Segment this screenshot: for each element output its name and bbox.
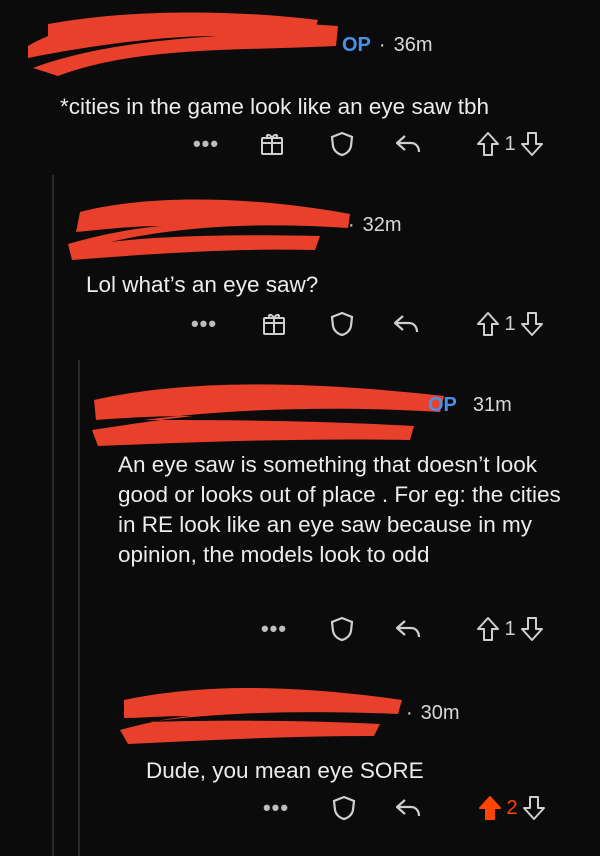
vote-count: 1: [504, 132, 516, 155]
vote-control: 1: [456, 609, 564, 649]
comment-actions: ••• 1: [0, 609, 600, 649]
vote-control: 1: [456, 304, 564, 344]
gift-icon: [261, 134, 283, 155]
comment-actions: ••• 2: [0, 788, 600, 828]
thread-line: [78, 360, 80, 856]
op-badge: OP: [342, 34, 371, 56]
comment-actions: ••• 1: [0, 304, 600, 344]
vote-control: 1: [456, 124, 564, 164]
vote-count: 2: [506, 796, 518, 819]
reply-button[interactable]: [386, 304, 426, 344]
reply-arrow-icon: [395, 620, 421, 638]
shield-icon: [330, 131, 354, 157]
thread-line: [52, 175, 54, 856]
reply-arrow-icon: [395, 799, 421, 817]
reply-button[interactable]: [388, 609, 428, 649]
downvote-arrow-icon[interactable]: [520, 616, 544, 642]
downvote-arrow-icon[interactable]: [522, 795, 546, 821]
save-button[interactable]: [322, 124, 362, 164]
comment-actions: ••• 1: [0, 124, 600, 164]
comment-timestamp: 32m: [362, 214, 402, 236]
comment-timestamp: 31m: [472, 394, 512, 416]
comment-body: *cities in the game look like an eye saw…: [60, 94, 489, 119]
vote-count: 1: [504, 617, 516, 640]
reply-arrow-icon: [395, 135, 421, 153]
comment-timestamp: 30m: [420, 702, 460, 724]
comment-meta: OP · 36m: [342, 34, 432, 57]
shield-icon: [330, 311, 354, 337]
comment-timestamp: 36m: [393, 34, 433, 56]
upvote-arrow-icon[interactable]: [476, 311, 500, 337]
username-redaction: [92, 384, 444, 446]
award-button[interactable]: [252, 124, 292, 164]
comment-meta: OP 31m: [428, 394, 512, 417]
award-button[interactable]: [254, 304, 294, 344]
meta-separator: ·: [348, 214, 355, 236]
vote-count: 1: [504, 312, 516, 335]
username-redaction: [28, 12, 338, 76]
gift-icon: [263, 314, 285, 335]
reply-button[interactable]: [388, 124, 428, 164]
username-redaction: [68, 199, 350, 260]
comment-meta: · 32m: [340, 214, 402, 237]
username-redaction: [120, 688, 402, 744]
more-options-button[interactable]: •••: [254, 609, 294, 649]
reply-button[interactable]: [388, 788, 428, 828]
comment-meta: · 30m: [398, 702, 460, 725]
more-options-button[interactable]: •••: [186, 124, 226, 164]
upvote-arrow-icon[interactable]: [476, 131, 500, 157]
meta-separator: ·: [406, 702, 413, 724]
reply-arrow-icon: [393, 315, 419, 333]
op-badge: OP: [428, 394, 457, 416]
save-button[interactable]: [322, 609, 362, 649]
downvote-arrow-icon[interactable]: [520, 131, 544, 157]
more-options-button[interactable]: •••: [184, 304, 224, 344]
comment-body: Dude, you mean eye SORE: [146, 758, 424, 783]
meta-separator: ·: [378, 34, 386, 56]
upvote-arrow-icon[interactable]: [476, 616, 500, 642]
save-button[interactable]: [324, 788, 364, 828]
vote-control: 2: [458, 788, 566, 828]
more-options-button[interactable]: •••: [256, 788, 296, 828]
save-button[interactable]: [322, 304, 362, 344]
shield-icon: [330, 616, 354, 642]
upvote-arrow-icon[interactable]: [478, 795, 502, 821]
downvote-arrow-icon[interactable]: [520, 311, 544, 337]
comment-body: Lol what’s an eye saw?: [86, 272, 319, 297]
comment-body: An eye saw is something that doesn’t loo…: [118, 452, 561, 567]
shield-icon: [332, 795, 356, 821]
